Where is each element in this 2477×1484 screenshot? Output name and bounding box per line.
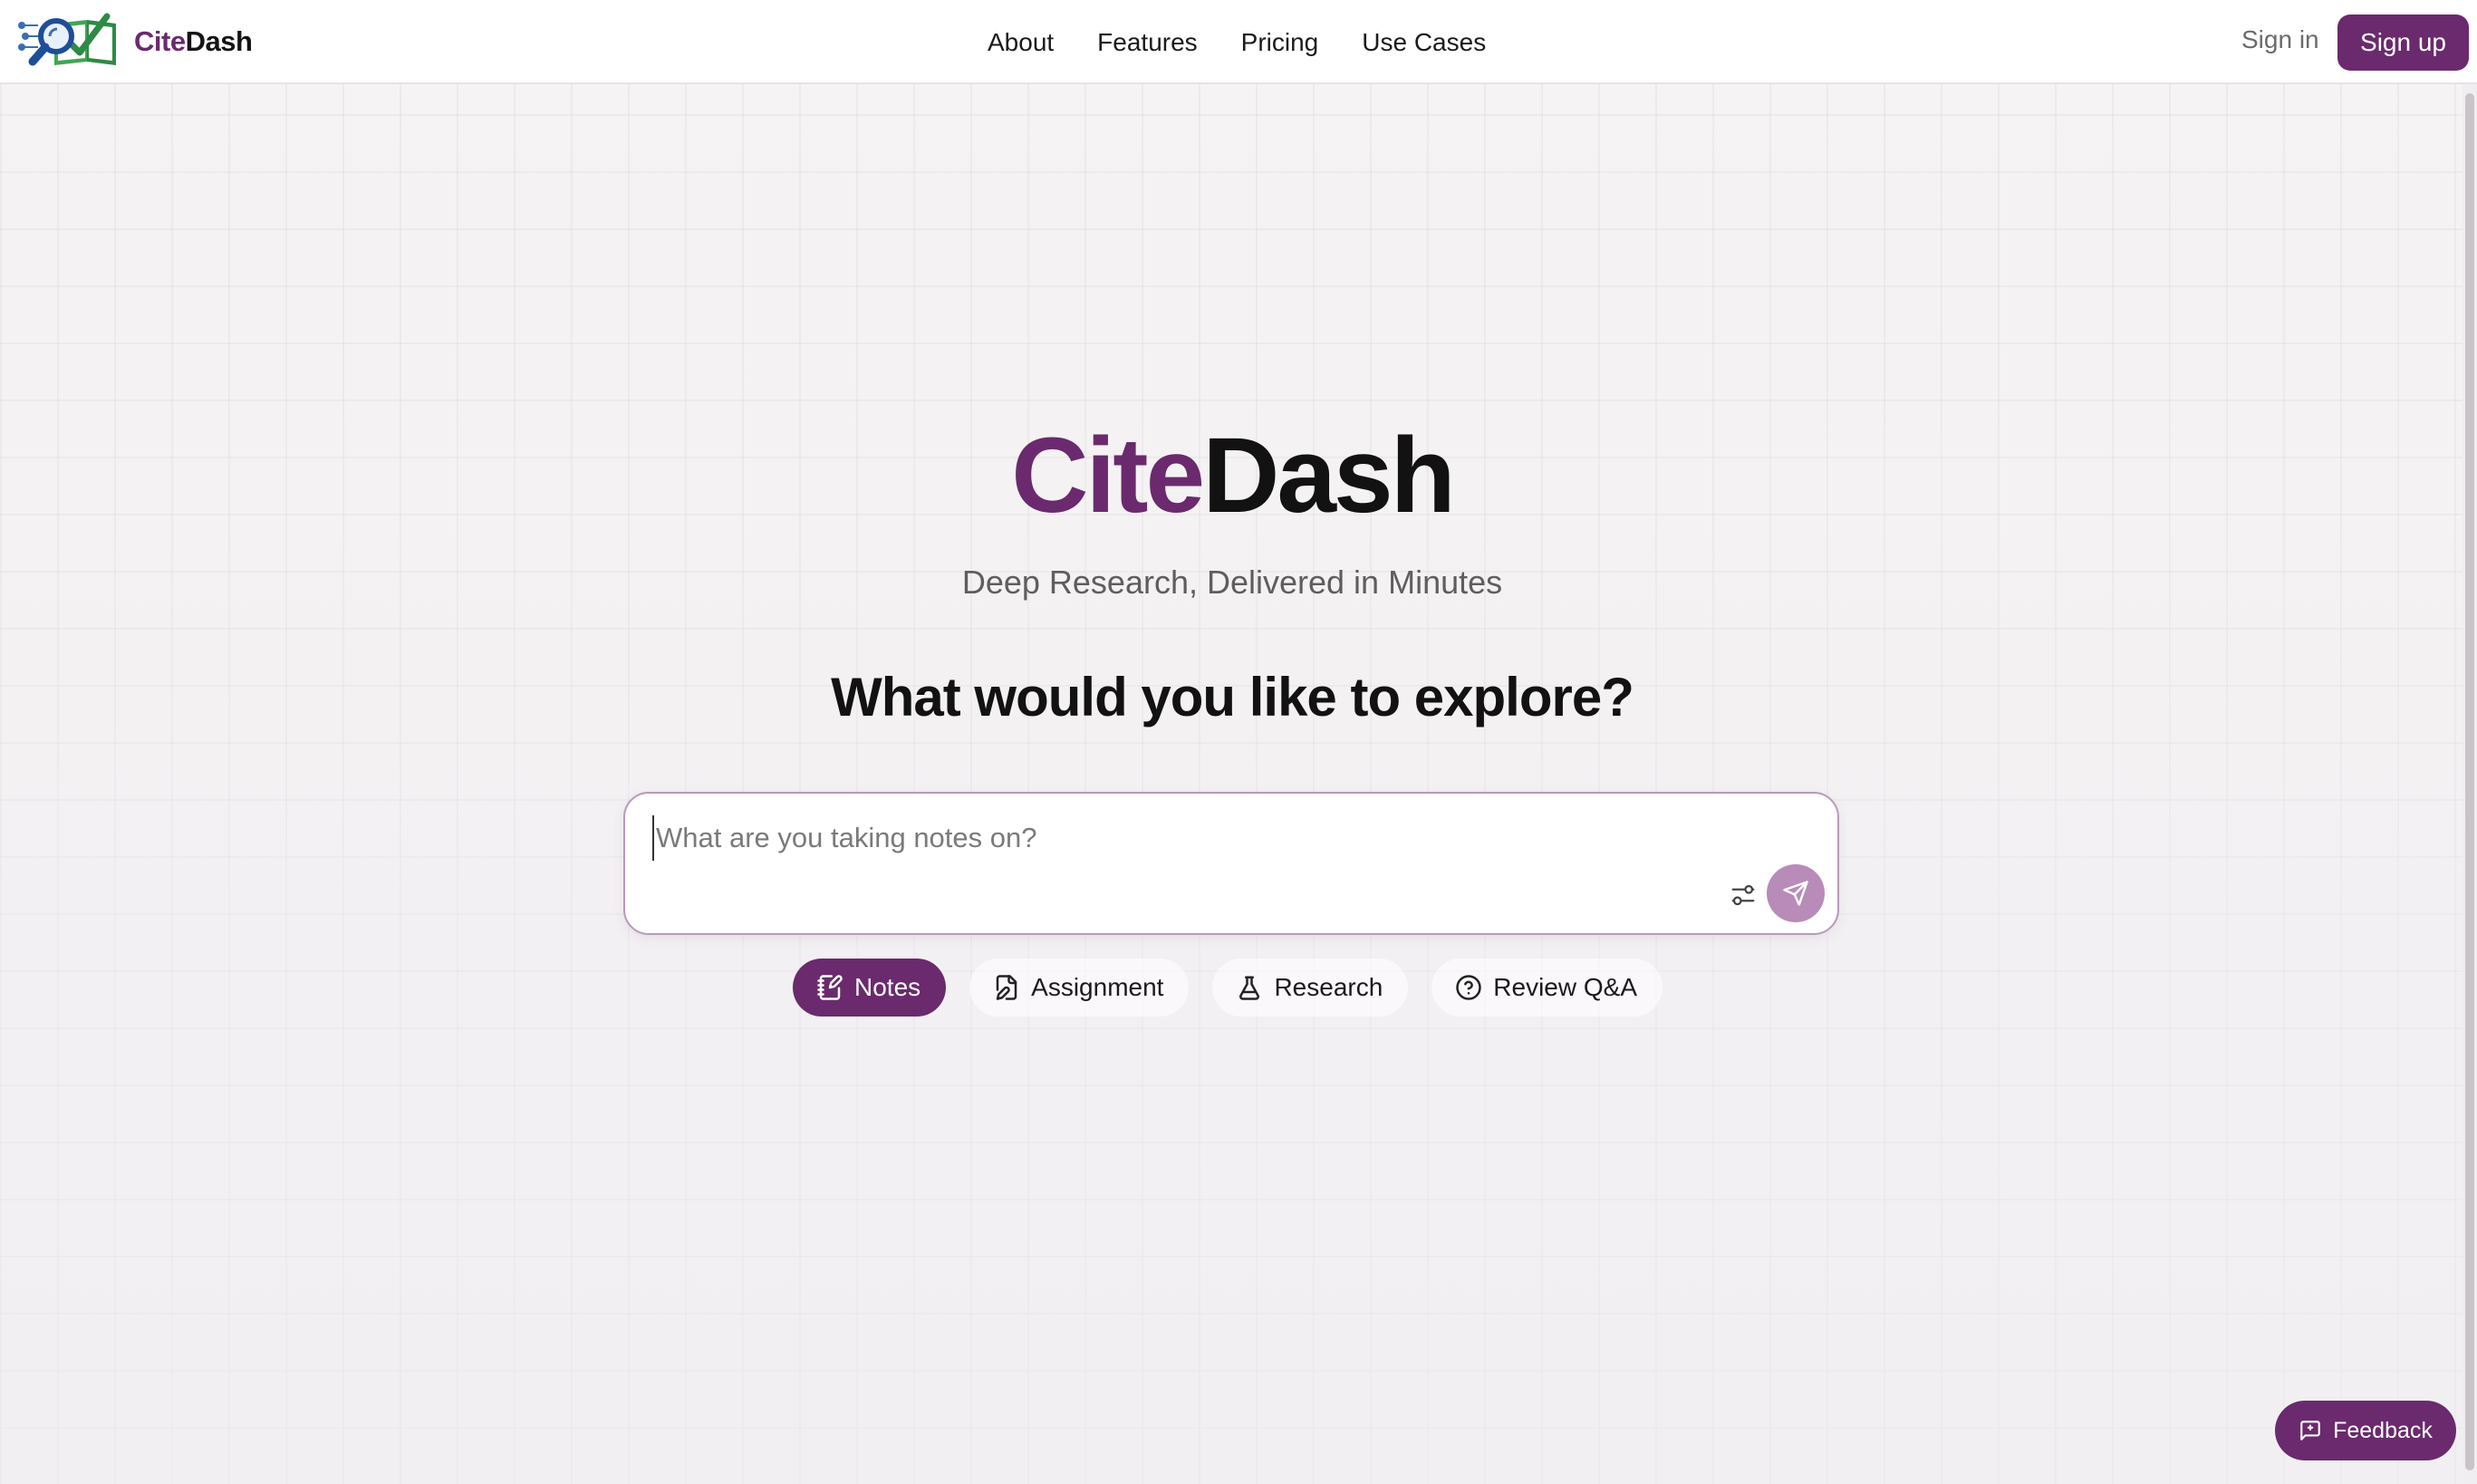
sign-in-link[interactable]: Sign in	[2241, 25, 2319, 54]
flask-icon	[1239, 976, 1260, 1000]
mode-research-label: Research	[1274, 973, 1383, 1001]
sliders-icon	[1731, 884, 1755, 906]
sign-up-button[interactable]: Sign up	[2337, 14, 2469, 71]
hero-title: CiteDash	[0, 412, 2464, 539]
top-navbar: CiteDash About Features Pricing Use Case…	[0, 0, 2477, 84]
hero-subtitle: Deep Research, Delivered in Minutes	[961, 564, 1503, 601]
notebook-pen-icon	[817, 975, 843, 1000]
feedback-button[interactable]: Feedback	[2275, 1401, 2456, 1460]
file-pen-icon	[996, 975, 1017, 1000]
page-scrollbar[interactable]	[2463, 84, 2477, 1484]
explore-heading: What would you like to explore?	[831, 667, 1634, 728]
send-icon	[1783, 881, 1808, 906]
send-button[interactable]	[1767, 864, 1825, 922]
notes-topic-input[interactable]	[652, 815, 1745, 861]
nav-features-link[interactable]: Features	[1097, 28, 1198, 57]
help-circle-icon	[1456, 975, 1482, 1000]
brand-wordmark: CiteDash	[134, 25, 253, 57]
mode-assignment-label: Assignment	[1031, 973, 1164, 1001]
settings-sliders-button[interactable]	[1725, 877, 1761, 913]
search-container	[623, 792, 1839, 935]
mode-research-tab[interactable]: Research	[1212, 959, 1409, 1017]
scrollbar-thumb[interactable]	[2465, 93, 2474, 1470]
mode-notes-tab[interactable]: Notes	[793, 959, 947, 1017]
citedash-logo-icon	[18, 13, 116, 66]
mode-selector: Notes Assignment Research Review Q&A	[793, 959, 1663, 1017]
message-square-icon	[2300, 1421, 2320, 1441]
hero-title-dash: Dash	[1202, 416, 1456, 535]
mode-review-qa-label: Review Q&A	[1493, 973, 1638, 1001]
mode-notes-label: Notes	[854, 973, 921, 1001]
mode-review-qa-tab[interactable]: Review Q&A	[1431, 959, 1663, 1017]
nav-pricing-link[interactable]: Pricing	[1241, 28, 1319, 57]
nav-about-link[interactable]: About	[988, 28, 1054, 57]
hero-title-cite: Cite	[1011, 416, 1205, 535]
mode-assignment-tab[interactable]: Assignment	[969, 959, 1190, 1017]
main-nav: About Features Pricing Use Cases	[988, 0, 1486, 84]
nav-use-cases-link[interactable]: Use Cases	[1362, 28, 1486, 57]
feedback-label: Feedback	[2333, 1417, 2433, 1443]
brand-home-link[interactable]: CiteDash	[18, 9, 253, 74]
